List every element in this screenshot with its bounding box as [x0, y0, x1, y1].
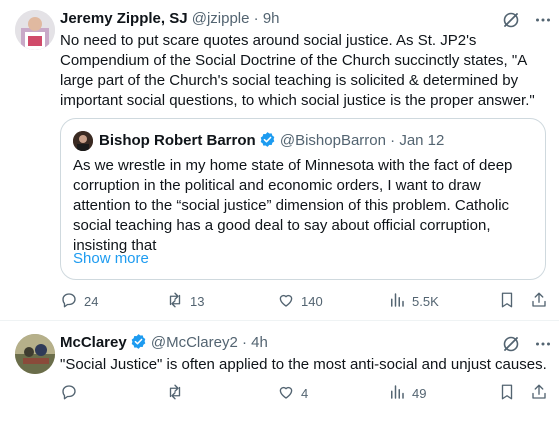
retweet-icon: [166, 291, 184, 312]
bookmark-button[interactable]: [498, 291, 516, 311]
share-icon: [530, 383, 548, 404]
tweet-mcclarey[interactable]: McClarey @McClarey2 · 4h "Social Justice…: [0, 322, 559, 421]
quote-header: Bishop Robert Barron @BishopBarron · Jan…: [99, 131, 444, 151]
reply-count: 24: [84, 293, 99, 309]
views-button[interactable]: 49: [388, 383, 426, 403]
grok-icon[interactable]: [502, 11, 520, 29]
like-button[interactable]: 140: [277, 291, 323, 311]
grok-icon[interactable]: [502, 335, 520, 353]
author-handle[interactable]: @McClarey2: [151, 334, 238, 351]
bookmark-icon: [498, 291, 516, 312]
retweet-icon: [166, 383, 184, 404]
reply-icon: [60, 383, 78, 404]
tweet-actions: 24 13 140 5.5K: [60, 291, 550, 311]
more-icon[interactable]: [534, 11, 552, 29]
share-icon: [530, 291, 548, 312]
author-handle[interactable]: @jzipple: [192, 10, 250, 27]
view-count: 49: [412, 385, 427, 401]
separator: ·: [390, 132, 396, 149]
quote-author-handle[interactable]: @BishopBarron: [280, 132, 386, 149]
tweet-actions: 4 49: [60, 383, 550, 403]
like-count: 4: [301, 385, 309, 401]
quote-avatar[interactable]: [73, 131, 93, 151]
view-count: 5.5K: [412, 293, 439, 309]
repost-button[interactable]: 13: [166, 291, 204, 311]
author-name[interactable]: McClarey: [60, 334, 127, 351]
more-icon[interactable]: [534, 335, 552, 353]
show-more-link[interactable]: Show more: [73, 249, 149, 269]
quote-author-name[interactable]: Bishop Robert Barron: [99, 132, 256, 149]
bookmark-button[interactable]: [498, 383, 516, 403]
timestamp[interactable]: 4h: [251, 334, 268, 351]
tweet-jzipple[interactable]: Jeremy Zipple, SJ @jzipple · 9h No need …: [0, 0, 559, 321]
tweet-text: "Social Justice" is often applied to the…: [60, 356, 547, 373]
author-name[interactable]: Jeremy Zipple, SJ: [60, 10, 188, 27]
like-button[interactable]: 4: [277, 383, 308, 403]
share-button[interactable]: [530, 383, 548, 403]
repost-button[interactable]: [166, 383, 190, 403]
quote-text: As we wrestle in my home state of Minnes…: [73, 157, 513, 254]
separator: ·: [253, 10, 259, 27]
timestamp[interactable]: 9h: [263, 10, 280, 27]
like-count: 140: [301, 293, 323, 309]
bookmark-icon: [498, 383, 516, 404]
like-icon: [277, 383, 295, 404]
verified-icon: [130, 333, 147, 350]
tweet-text: No need to put scare quotes around socia…: [60, 32, 535, 109]
views-icon: [388, 383, 406, 404]
repost-count: 13: [190, 293, 205, 309]
reply-icon: [60, 291, 78, 312]
verified-icon: [259, 131, 276, 148]
views-icon: [388, 291, 406, 312]
reply-button[interactable]: 24: [60, 291, 98, 311]
tweet-header: Jeremy Zipple, SJ @jzipple · 9h: [60, 9, 280, 29]
tweet-header: McClarey @McClarey2 · 4h: [60, 333, 268, 353]
reply-button[interactable]: [60, 383, 84, 403]
avatar[interactable]: [15, 334, 55, 374]
avatar[interactable]: [15, 10, 55, 50]
share-button[interactable]: [530, 291, 548, 311]
separator: ·: [241, 334, 247, 351]
quoted-tweet[interactable]: Bishop Robert Barron @BishopBarron · Jan…: [60, 118, 546, 280]
like-icon: [277, 291, 295, 312]
views-button[interactable]: 5.5K: [388, 291, 439, 311]
quote-timestamp[interactable]: Jan 12: [399, 132, 444, 149]
